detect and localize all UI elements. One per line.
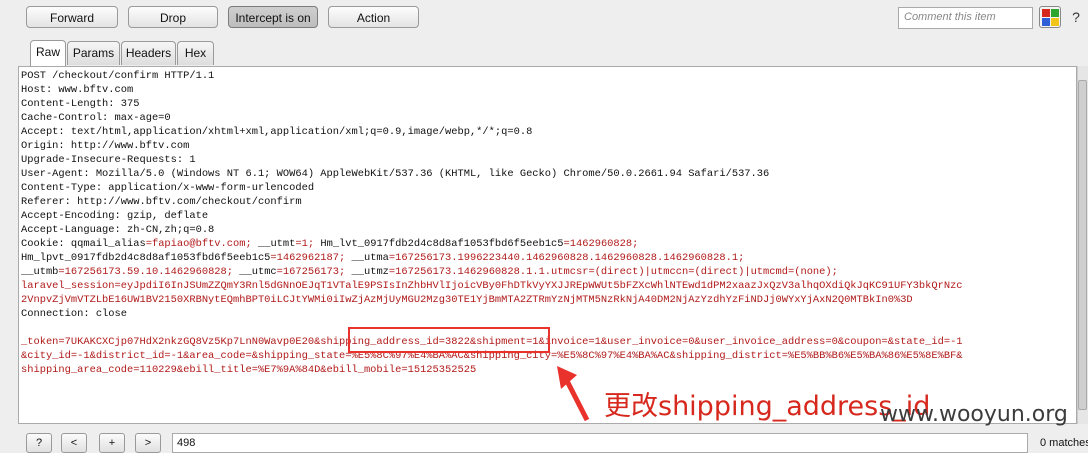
request-line: Origin: http://www.bftv.com (21, 140, 190, 152)
color-swatch-red (1042, 9, 1050, 17)
add-button[interactable]: + (99, 433, 125, 453)
cookie-fragment: =1462962187; (270, 252, 346, 264)
watermark: www.wooyun.org (880, 402, 1068, 427)
cookie-fragment: =1; (295, 238, 315, 250)
request-line: Cookie: qqmail_alias=fapiao@bftv.com; __… (21, 237, 963, 251)
help-icon[interactable]: ? (1066, 7, 1086, 27)
request-line: shipping_area_code=110229&ebill_title=%E… (21, 364, 477, 376)
request-line: __utmb=167256173.59.10.1462960828; __utm… (21, 265, 963, 279)
intercept-toggle-button[interactable]: Intercept is on (228, 6, 318, 28)
cookie-fragment: =167256173.1462960828.1.1.utmcsr=(direct… (388, 266, 838, 278)
request-line: Connection: close (21, 308, 128, 320)
color-swatch-blue (1042, 18, 1050, 26)
cookie-fragment: =167256173; (276, 266, 346, 278)
cookie-fragment: __utmt (251, 238, 296, 250)
request-line: Accept-Encoding: gzip, deflate (21, 210, 209, 222)
cookie-fragment: Hm_lpvt_0917fdb2d4c8d8af1053fbd6f5eeb1c5 (21, 252, 271, 264)
request-line: POST /checkout/confirm HTTP/1.1 (21, 70, 215, 82)
request-line: Accept-Language: zh-CN,zh;q=0.8 (21, 224, 215, 236)
color-swatch-green (1051, 9, 1059, 17)
request-line: Accept: text/html,application/xhtml+xml,… (21, 126, 533, 138)
request-line: Hm_lpvt_0917fdb2d4c8d8af1053fbd6f5eeb1c5… (21, 251, 963, 265)
next-match-button[interactable]: > (135, 433, 161, 453)
search-input[interactable]: 498 (172, 433, 1028, 453)
drop-button[interactable]: Drop (128, 6, 218, 28)
tab-raw[interactable]: Raw (30, 40, 66, 66)
action-button[interactable]: Action (328, 6, 419, 28)
cookie-fragment: __utmb (21, 266, 59, 278)
request-line: Host: www.bftv.com (21, 84, 134, 96)
cookie-fragment: __utmc (233, 266, 277, 278)
help-button[interactable]: ? (26, 433, 52, 453)
annotation-arrow-icon (557, 366, 590, 422)
request-editor[interactable]: POST /checkout/confirm HTTP/1.1 Host: www… (18, 66, 1077, 424)
request-line: Upgrade-Insecure-Requests: 1 (21, 154, 196, 166)
tab-headers[interactable]: Headers (121, 41, 176, 65)
highlight-color-icon[interactable] (1039, 6, 1061, 28)
cookie-fragment: __utma (345, 252, 389, 264)
cookie-fragment: Hm_lvt_0917fdb2d4c8d8af1053fbd6f5eeb1c5 (314, 238, 564, 250)
cookie-fragment: =167256173.1996223440.1462960828.1462960… (388, 252, 745, 264)
request-line: Content-Length: 375 (21, 98, 140, 110)
annotation-highlight-box (348, 327, 550, 353)
cookie-fragment: __utmz (345, 266, 389, 278)
cookie-fragment: =167256173.59.10.1462960828; (58, 266, 234, 278)
scrollbar-thumb[interactable] (1078, 80, 1087, 410)
request-line: Referer: http://www.bftv.com/checkout/co… (21, 196, 302, 208)
match-count: 0 matches (1040, 437, 1088, 449)
tab-hex[interactable]: Hex (177, 41, 214, 65)
cookie-fragment: =1462960828; (563, 238, 639, 250)
previous-match-button[interactable]: < (61, 433, 87, 453)
cookie-fragment: Cookie: qqmail_alias (21, 238, 146, 250)
request-line: 2VnpvZjVmVTZLbE16UW1BV2150XRBNytEQmhBPT0… (21, 294, 913, 306)
request-line: Cache-Control: max-age=0 (21, 112, 171, 124)
comment-input[interactable]: Comment this item (898, 7, 1033, 29)
color-swatch-yellow (1051, 18, 1059, 26)
cookie-fragment: =fapiao@bftv.com; (145, 238, 252, 250)
request-line: laravel_session=eyJpdiI6InJSUmZZQmY3Rnl5… (21, 280, 963, 292)
request-line: Content-Type: application/x-www-form-url… (21, 182, 315, 194)
request-line: User-Agent: Mozilla/5.0 (Windows NT 6.1;… (21, 168, 770, 180)
tab-params[interactable]: Params (67, 41, 120, 65)
forward-button[interactable]: Forward (26, 6, 118, 28)
